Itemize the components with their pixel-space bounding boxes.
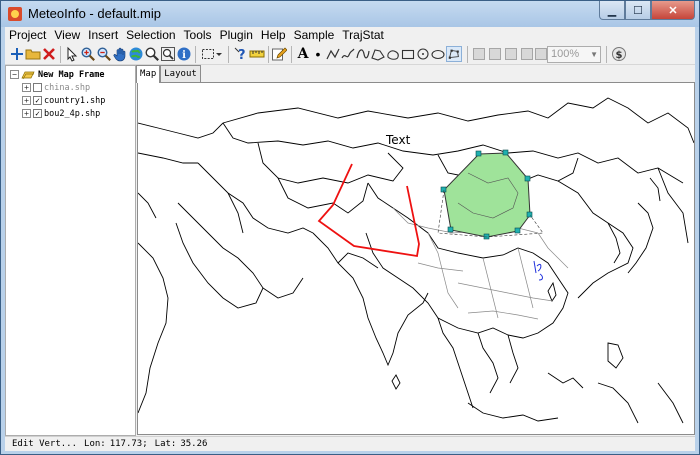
map-canvas[interactable]: Text — [137, 82, 695, 435]
map-view-panel: Map Layout Text — [136, 65, 695, 436]
layer-node-bou2-4p[interactable]: + ✓ bou2_4p.shp — [22, 107, 100, 120]
tab-map[interactable]: Map — [136, 65, 161, 83]
zoom-layer-icon[interactable] — [144, 46, 160, 62]
status-lon-value: 117.73; — [109, 439, 148, 449]
toolbar-separator — [606, 46, 607, 63]
expand-icon[interactable]: + — [22, 83, 31, 92]
toolbar-separator — [467, 46, 468, 63]
measure-icon[interactable] — [249, 46, 265, 62]
layer-node-country1[interactable]: + ✓ country1.shp — [22, 94, 105, 107]
chevron-down-icon: ▼ — [590, 50, 598, 59]
layer-visibility-checkbox[interactable] — [33, 83, 42, 92]
status-lat-value: 35.26 — [180, 439, 208, 449]
full-extent-icon[interactable] — [128, 46, 144, 62]
layout-zoom-in-icon[interactable] — [487, 46, 503, 62]
toolbar-separator — [268, 46, 269, 63]
collapse-icon[interactable]: − — [10, 70, 19, 79]
add-layer-icon[interactable] — [9, 46, 25, 62]
layer-label: country1.shp — [44, 95, 106, 106]
map-text-element[interactable]: Text — [386, 133, 410, 147]
point-tool-icon[interactable]: • — [310, 46, 326, 62]
dropdown-arrow-icon[interactable] — [214, 46, 224, 62]
zoom-level-select[interactable]: 100% ▼ — [547, 46, 601, 63]
svg-text:i: i — [182, 50, 186, 61]
maximize-button[interactable]: ☐ — [625, 1, 651, 20]
app-window: MeteoInfo - default.mip ▁ ☐ ✕ Project Vi… — [0, 0, 700, 455]
zoom-selection-icon[interactable] — [160, 46, 176, 62]
title-bar[interactable]: MeteoInfo - default.mip ▁ ☐ ✕ — [1, 1, 699, 27]
country-boundaries — [138, 97, 694, 424]
identify-icon[interactable]: i — [176, 46, 192, 62]
layer-node-china[interactable]: + china.shp — [22, 81, 90, 94]
freehand-polygon-icon[interactable] — [385, 46, 401, 62]
minimize-button[interactable]: ▁ — [599, 1, 625, 20]
window-title: MeteoInfo - default.mip — [28, 6, 161, 21]
layer-label: bou2_4p.shp — [44, 108, 101, 119]
toolbar-separator — [60, 46, 61, 63]
layout-zoom-out-icon[interactable] — [503, 46, 519, 62]
polygon-tool-icon[interactable] — [370, 46, 386, 62]
layer-visibility-checkbox[interactable]: ✓ — [33, 109, 42, 118]
menu-tools[interactable]: Tools — [180, 27, 216, 44]
status-mode: Edit Vert... — [12, 439, 78, 449]
zoom-out-icon[interactable] — [96, 46, 112, 62]
expand-icon[interactable]: + — [22, 109, 31, 118]
ellipse-tool-icon[interactable] — [430, 46, 446, 62]
zoom-level-value: 100% — [551, 48, 580, 60]
map-drawing — [138, 97, 694, 424]
toolbar-separator — [195, 46, 196, 63]
client-area: Project View Insert Selection Tools Plug… — [5, 27, 695, 451]
script-icon[interactable]: $ — [611, 46, 627, 62]
select-pointer-icon[interactable] — [64, 46, 80, 62]
menu-sample[interactable]: Sample — [290, 27, 339, 44]
map-frame-node[interactable]: − New Map Frame — [10, 68, 105, 81]
menu-help[interactable]: Help — [257, 27, 290, 44]
status-lon-label: Lon: — [84, 439, 106, 449]
close-button[interactable]: ✕ — [651, 1, 695, 20]
layer-visibility-checkbox[interactable]: ✓ — [33, 96, 42, 105]
edit-icon[interactable] — [271, 46, 287, 62]
freehand-tool-icon[interactable] — [340, 46, 356, 62]
menu-plugin[interactable]: Plugin — [216, 27, 257, 44]
svg-text:?: ? — [238, 48, 246, 62]
zoom-in-icon[interactable] — [80, 46, 96, 62]
expand-icon[interactable]: + — [22, 96, 31, 105]
edit-vertices-icon[interactable] — [446, 46, 462, 62]
tab-layout[interactable]: Layout — [160, 65, 201, 82]
layer-label: china.shp — [44, 82, 91, 93]
menu-bar: Project View Insert Selection Tools Plug… — [5, 27, 695, 44]
menu-insert[interactable]: Insert — [84, 27, 122, 44]
blue-symbol[interactable] — [533, 260, 543, 281]
help-icon[interactable]: ? — [233, 46, 249, 62]
layout-page-icon[interactable] — [471, 46, 487, 62]
open-folder-icon[interactable] — [25, 46, 41, 62]
circle-tool-icon[interactable] — [415, 46, 431, 62]
text-tool-icon[interactable]: A — [295, 46, 311, 62]
menu-view[interactable]: View — [50, 27, 84, 44]
toolbar-separator — [291, 46, 292, 63]
polyline-tool-icon[interactable] — [325, 46, 341, 62]
menu-project[interactable]: Project — [5, 27, 50, 44]
status-bar: Edit Vert... Lon: 117.73; Lat: 35.26 — [5, 436, 695, 451]
layers-legend-panel: − New Map Frame + china.shp + ✓ country1… — [5, 65, 136, 436]
toolbar-separator — [228, 46, 229, 63]
menu-trajstat[interactable]: TrajStat — [338, 27, 388, 44]
svg-text:$: $ — [616, 50, 623, 61]
app-icon — [8, 7, 22, 21]
map-frame-label: New Map Frame — [38, 69, 105, 80]
rectangle-tool-icon[interactable] — [400, 46, 416, 62]
pan-hand-icon[interactable] — [112, 46, 128, 62]
map-frame-icon — [21, 71, 35, 79]
toolbar: i ? A • 100% ▼ $ — [5, 44, 695, 65]
status-lat-label: Lat: — [154, 439, 177, 449]
menu-selection[interactable]: Selection — [122, 27, 179, 44]
remove-layer-icon[interactable] — [41, 46, 57, 62]
curve-tool-icon[interactable] — [355, 46, 371, 62]
